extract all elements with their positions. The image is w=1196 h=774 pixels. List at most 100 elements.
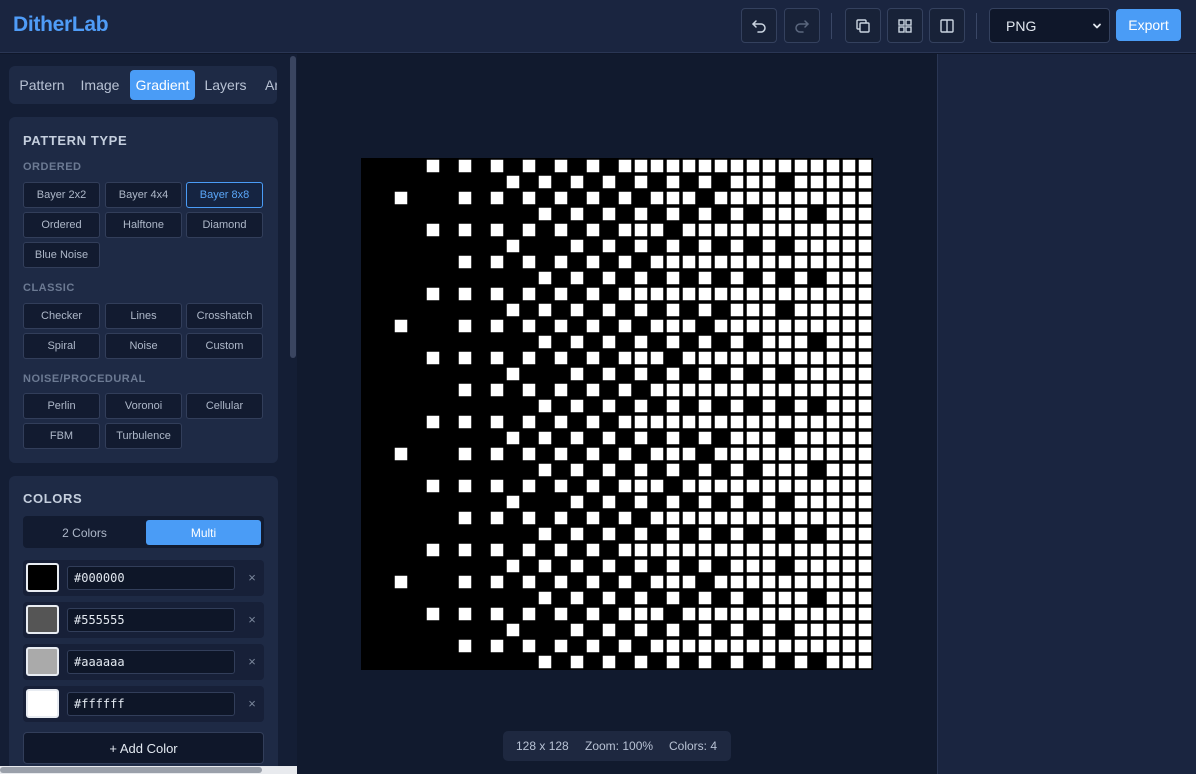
pattern-button[interactable]: Cellular [186, 393, 263, 419]
tab-gradient[interactable]: Gradient [130, 70, 195, 100]
hex-input[interactable]: #000000 [67, 566, 235, 590]
dither-pixel [602, 655, 616, 669]
dither-pixel [858, 527, 872, 541]
dither-pixel [666, 511, 680, 525]
dither-pixel [426, 287, 440, 301]
dither-pixel [810, 175, 824, 189]
dither-pixel [618, 159, 632, 173]
pattern-button[interactable]: Blue Noise [23, 242, 100, 268]
pattern-button[interactable]: Crosshatch [186, 303, 263, 329]
dither-pixel [794, 367, 808, 381]
pattern-button[interactable]: Checker [23, 303, 100, 329]
split-view-button[interactable] [929, 8, 965, 43]
dither-pixel [762, 559, 776, 573]
dither-pixel [810, 447, 824, 461]
dither-pixel [842, 271, 856, 285]
dither-pixel [634, 591, 648, 605]
pattern-button[interactable]: Ordered [23, 212, 100, 238]
tab-image[interactable]: Image [73, 70, 127, 100]
pattern-button[interactable]: Bayer 2x2 [23, 182, 100, 208]
remove-color-icon[interactable]: × [246, 654, 258, 669]
group-title-classic: CLASSIC [23, 282, 75, 294]
pattern-button[interactable]: Halftone [105, 212, 182, 238]
grid-view-button[interactable] [887, 8, 923, 43]
dither-canvas[interactable] [361, 158, 873, 670]
color-mode-2-colors[interactable]: 2 Colors [27, 520, 142, 545]
dither-pixel [842, 559, 856, 573]
color-mode-multi[interactable]: Multi [146, 520, 261, 545]
tab-pattern[interactable]: Pattern [13, 70, 71, 100]
duplicate-button[interactable] [845, 8, 881, 43]
dither-pixel [730, 399, 744, 413]
dither-pixel [458, 447, 472, 461]
color-row: #000000 × [23, 560, 264, 596]
tab-animation[interactable]: Animation [257, 70, 277, 100]
remove-color-icon[interactable]: × [246, 696, 258, 711]
dither-pixel [762, 271, 776, 285]
format-select[interactable]: PNG [989, 8, 1110, 43]
tab-layers[interactable]: Layers [198, 70, 253, 100]
dither-pixel [602, 271, 616, 285]
dither-pixel [698, 159, 712, 173]
pattern-button[interactable]: Custom [186, 333, 263, 359]
hex-input[interactable]: #555555 [67, 608, 235, 632]
dither-pixel [730, 335, 744, 349]
dither-pixel [490, 287, 504, 301]
pattern-button[interactable]: Noise [105, 333, 182, 359]
dither-pixel [554, 287, 568, 301]
dither-pixel [858, 415, 872, 429]
group-title-noise: NOISE/PROCEDURAL [23, 373, 146, 385]
dither-pixel [698, 271, 712, 285]
horizontal-scrollbar-thumb[interactable] [0, 767, 262, 773]
pattern-button-selected[interactable]: Bayer 8x8 [186, 182, 263, 208]
dither-pixel [394, 191, 408, 205]
color-swatch[interactable] [26, 563, 59, 592]
add-color-button[interactable]: + Add Color [23, 732, 264, 764]
pattern-button[interactable]: Lines [105, 303, 182, 329]
dither-pixel [666, 415, 680, 429]
dither-pixel [842, 511, 856, 525]
dither-pixel [698, 591, 712, 605]
dither-pixel [698, 543, 712, 557]
dither-pixel [618, 607, 632, 621]
dither-pixel [554, 319, 568, 333]
color-swatch[interactable] [26, 689, 59, 718]
pattern-type-panel: PATTERN TYPE ORDERED Bayer 2x2 Bayer 4x4… [9, 117, 278, 463]
pattern-button[interactable]: Turbulence [105, 423, 182, 449]
dither-pixel [554, 255, 568, 269]
dither-pixel [730, 623, 744, 637]
color-swatch[interactable] [26, 605, 59, 634]
color-swatch[interactable] [26, 647, 59, 676]
pattern-button[interactable]: Spiral [23, 333, 100, 359]
dither-pixel [810, 383, 824, 397]
dither-pixel [794, 399, 808, 413]
dither-pixel [794, 335, 808, 349]
chevron-down-icon [1093, 23, 1101, 29]
pattern-button[interactable]: Perlin [23, 393, 100, 419]
dither-pixel [698, 367, 712, 381]
pattern-button[interactable]: Bayer 4x4 [105, 182, 182, 208]
undo-button[interactable] [741, 8, 777, 43]
dither-pixel [506, 175, 520, 189]
dither-pixel [826, 303, 840, 317]
sidebar-scrollbar-thumb[interactable] [290, 56, 296, 358]
redo-button[interactable] [784, 8, 820, 43]
dither-pixel [698, 303, 712, 317]
dither-pixel [858, 319, 872, 333]
dither-pixel [730, 479, 744, 493]
remove-color-icon[interactable]: × [246, 570, 258, 585]
dither-pixel [618, 479, 632, 493]
hex-input[interactable]: #aaaaaa [67, 650, 235, 674]
remove-color-icon[interactable]: × [246, 612, 258, 627]
dither-pixel [458, 159, 472, 173]
pattern-button[interactable]: Voronoi [105, 393, 182, 419]
dither-pixel [778, 639, 792, 653]
dither-pixel [842, 575, 856, 589]
hex-input[interactable]: #ffffff [67, 692, 235, 716]
dither-pixel [682, 255, 696, 269]
dither-pixel [762, 527, 776, 541]
pattern-button[interactable]: FBM [23, 423, 100, 449]
export-button[interactable]: Export [1116, 9, 1181, 41]
pattern-button[interactable]: Diamond [186, 212, 263, 238]
dither-pixel [458, 575, 472, 589]
